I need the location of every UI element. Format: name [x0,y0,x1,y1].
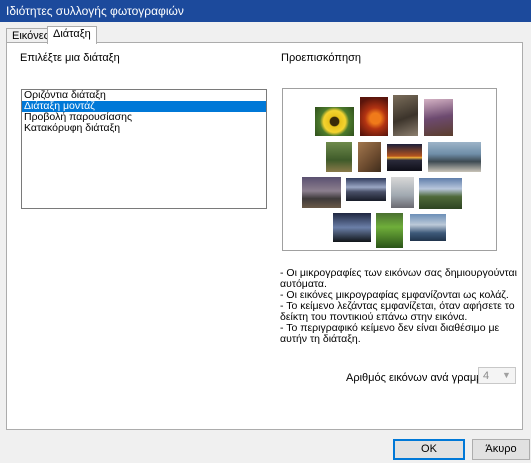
layout-panel: Επιλέξτε μια διάταξη Προεπισκόπηση Οριζό… [6,42,523,430]
thumb-green-hills [418,177,463,210]
thumb-railway-track [392,94,419,137]
thumb-red-autumn [359,96,389,137]
title-bar: Ιδιότητες συλλογής φωτογραφιών [0,0,531,22]
preview-box [282,88,497,251]
note-line: - Το περιγραφικό κείμενο δεν είναι διαθέ… [280,322,500,345]
thumb-sunset-sea [386,143,423,172]
thumb-waterfall-lake [409,213,447,242]
tab-layout[interactable]: Διάταξη [47,26,97,44]
thumb-stormy-pier [345,177,387,202]
layout-listbox[interactable]: Οριζόντια διάταξη Διάταξη μοντάζ Προβολή… [21,89,267,209]
thumb-ruins-landscape [301,176,342,209]
thumb-sunflower [314,106,355,137]
window-title: Ιδιότητες συλλογής φωτογραφιών [6,4,184,18]
note-line: - Οι μικρογραφίες των εικόνων σας δημιου… [280,267,517,290]
per-row-combo[interactable]: 4 ▼ [478,367,516,384]
preview-label: Προεπισκόπηση [281,52,361,64]
thumb-bird-on-wire [390,176,415,209]
per-row-value: 4 [483,370,490,382]
layout-option-vertical[interactable]: Κατακόρυφη διάταξη [22,123,266,134]
thumb-tree-silhouette [332,212,372,243]
thumb-rock-wall [357,141,382,173]
note-line: - Το κείμενο λεζάντας εμφανίζεται, όταν … [280,300,515,323]
per-row-label: Αριθμός εικόνων ανά γραμμή: [346,372,492,384]
thumb-green-grass [375,212,404,249]
choose-layout-label: Επιλέξτε μια διάταξη [20,52,120,64]
ok-button[interactable]: OK [393,439,465,460]
thumb-sea-rocks [427,141,482,173]
thumb-flower-bush [423,98,454,137]
chevron-down-icon: ▼ [502,370,511,380]
layout-notes: - Οι μικρογραφίες των εικόνων σας δημιου… [280,268,520,345]
thumb-mountain-stream [325,141,353,173]
cancel-button[interactable]: Άκυρο [472,439,530,460]
